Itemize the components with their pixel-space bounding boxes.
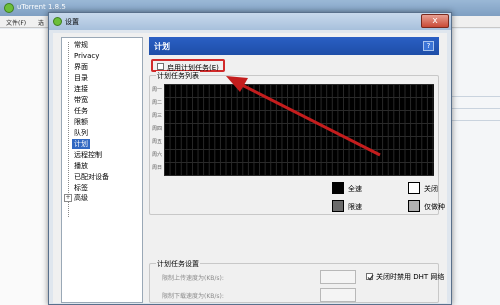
panel-header: 计划 ? [149, 37, 439, 55]
tree-item-tasks[interactable]: 任务 [72, 106, 90, 116]
background-list-row [446, 120, 500, 121]
tree-item-limits[interactable]: 限额 [72, 117, 90, 127]
utorrent-logo-icon [53, 17, 62, 26]
legend-full-speed-label: 全速 [348, 185, 362, 193]
menu-file[interactable]: 文件(F) [6, 18, 26, 27]
legend-limited-label: 限速 [348, 203, 362, 211]
legend-off-label: 关闭 [424, 185, 438, 193]
scheduler-settings-group: 计划任务设置 限制上传速度为(KB/s): 限制下载速度为(KB/s): 关闭时… [149, 259, 444, 303]
legend-off-swatch [408, 182, 420, 194]
disable-dht-label[interactable]: 关闭时禁用 DHT 网络 [376, 272, 444, 282]
schedule-grid-group: 计划任务列表 周一 周二 周三 周四 周五 周六 周日 全速 关闭 限速 仅做种 [149, 71, 445, 215]
tree-item-general[interactable]: 常规 [72, 40, 90, 50]
menu-options[interactable]: 选 [38, 18, 44, 27]
day-label: 周一 [152, 87, 163, 93]
day-label: 周三 [152, 113, 163, 119]
tree-item-scheduler[interactable]: 计划 [72, 139, 90, 149]
legend-seeding-only-label: 仅做种 [424, 203, 445, 211]
checkmark-icon [367, 274, 374, 281]
upload-limit-field[interactable] [320, 270, 356, 284]
tree-item-playback[interactable]: 播放 [72, 161, 90, 171]
tree-item-directories[interactable]: 目录 [72, 73, 90, 83]
tree-item-privacy[interactable]: Privacy [72, 51, 101, 61]
help-button[interactable]: ? [423, 41, 434, 51]
tree-item-remote[interactable]: 远程控制 [72, 150, 104, 160]
background-list-row [446, 108, 500, 109]
disable-dht-checkbox[interactable] [366, 273, 374, 281]
help-icon: ? [426, 42, 431, 50]
schedule-grid-title: 计划任务列表 [156, 71, 200, 81]
tree-guide-line [68, 42, 69, 217]
close-icon: x [432, 16, 438, 26]
day-label: 周五 [152, 139, 163, 145]
dialog-titlebar[interactable]: 设置 x [49, 13, 451, 30]
scheduler-settings-title: 计划任务设置 [156, 259, 200, 269]
tree-item-advanced[interactable]: 高级 [72, 193, 90, 203]
dialog-body: 常规 Privacy 界面 目录 连接 带宽 任务 限额 队列 计划 远程控制 … [53, 33, 447, 303]
upload-limit-label: 限制上传速度为(KB/s): [162, 275, 224, 282]
download-limit-field[interactable] [320, 288, 356, 302]
day-label: 周六 [152, 152, 163, 158]
day-label: 周日 [152, 165, 163, 171]
day-label: 周二 [152, 100, 163, 106]
panel-title: 计划 [154, 42, 170, 51]
schedule-grid[interactable] [164, 84, 434, 176]
expand-icon[interactable]: + [64, 194, 72, 202]
background-torrent-list [446, 29, 500, 305]
legend-seeding-only-swatch [408, 200, 420, 212]
dialog-title: 设置 [65, 18, 79, 26]
tree-item-paired-devices[interactable]: 已配对设备 [72, 172, 111, 182]
settings-dialog: 设置 x 常规 Privacy 界面 目录 连接 带宽 任务 限额 队列 计划 … [48, 12, 452, 305]
close-button[interactable]: x [421, 14, 449, 28]
tree-item-labels[interactable]: 标签 [72, 183, 90, 193]
tree-item-queue[interactable]: 队列 [72, 128, 90, 138]
legend-full-speed-swatch [332, 182, 344, 194]
tree-item-bandwidth[interactable]: 带宽 [72, 95, 90, 105]
settings-tree: 常规 Privacy 界面 目录 连接 带宽 任务 限额 队列 计划 远程控制 … [61, 37, 143, 303]
tree-item-ui[interactable]: 界面 [72, 62, 90, 72]
download-limit-label: 限制下载速度为(KB/s): [162, 293, 224, 300]
legend-limited-swatch [332, 200, 344, 212]
background-window-title: uTorrent 1.8.5 [17, 3, 66, 11]
utorrent-logo-icon [4, 3, 14, 13]
background-category-panel [0, 29, 55, 305]
enable-scheduler-checkbox[interactable] [157, 63, 164, 70]
day-label: 周四 [152, 126, 163, 132]
background-list-row [446, 96, 500, 97]
tree-item-connection[interactable]: 连接 [72, 84, 90, 94]
